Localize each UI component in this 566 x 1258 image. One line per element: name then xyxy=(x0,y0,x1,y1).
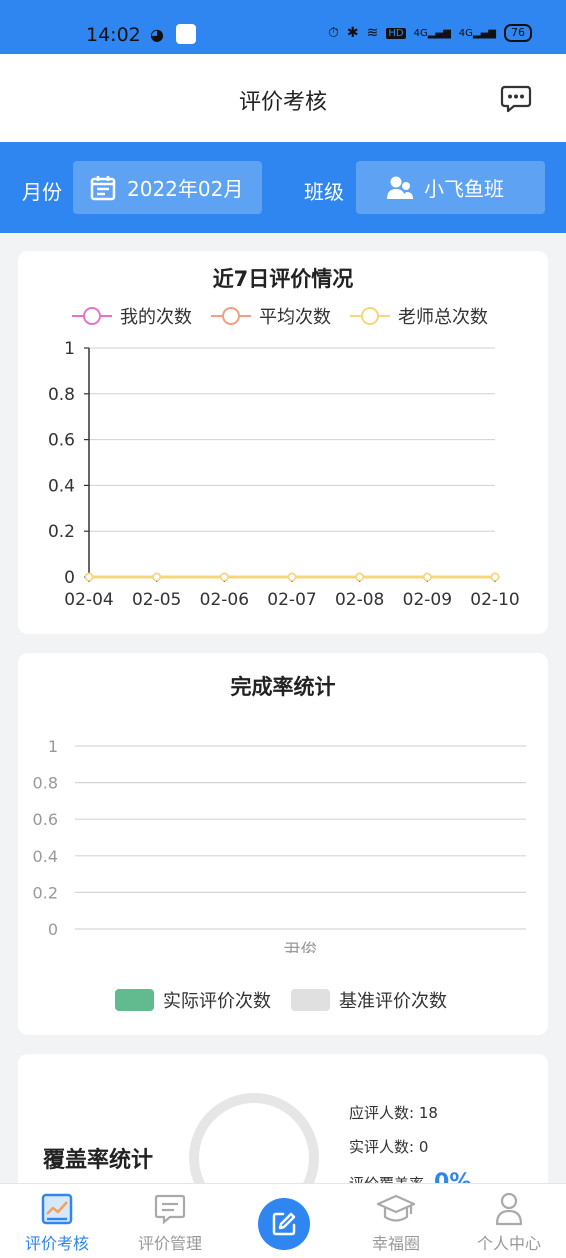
x-tick-label: 02-09 xyxy=(403,590,452,610)
card-completion: 完成率统计 0 0.2 0.4 0.6 0.8 1 尹俊 实际评价次数 基准评价次数 xyxy=(18,653,548,1035)
x-tick-label: 尹俊 xyxy=(284,941,318,953)
should-count-row: 应评人数: 18 xyxy=(349,1102,438,1123)
page-title: 评价考核 xyxy=(238,90,327,115)
month-value: 2022年02月 xyxy=(127,177,244,201)
actual-count-row: 实评人数: 0 xyxy=(349,1136,428,1157)
person-icon xyxy=(495,1192,523,1226)
alarm-icon: ⏱ xyxy=(327,25,339,41)
x-tick-label: 02-04 xyxy=(64,590,113,610)
nav-label-management: 评价管理 xyxy=(137,1234,202,1253)
class-value: 小飞鱼班 xyxy=(424,177,504,201)
y-tick-label: 1 xyxy=(48,737,58,756)
series-3-point xyxy=(84,572,94,582)
series-3-point xyxy=(490,572,500,582)
netease-icon: ◕ xyxy=(150,25,164,44)
app-notification-icon xyxy=(176,24,196,44)
x-tick-label: 02-08 xyxy=(335,590,384,610)
y-tick-label: 0.2 xyxy=(48,522,75,542)
title-bar: 评价考核 xyxy=(0,54,566,142)
x-tick-label: 02-05 xyxy=(132,590,181,610)
series-3-point xyxy=(355,572,364,582)
x-tick-label: 02-07 xyxy=(267,590,316,610)
message-icon xyxy=(154,1194,186,1225)
legend-item-actual[interactable]: 实际评价次数 xyxy=(115,987,271,1013)
legend-label-baseline: 基准评价次数 xyxy=(339,991,447,1012)
y-tick-label: 0 xyxy=(64,568,75,588)
nav-item-management[interactable]: 评价管理 xyxy=(125,1192,215,1254)
signal-icon-1: 4G▂▄▆ xyxy=(413,27,451,39)
should-count-label: 应评人数: xyxy=(349,1104,415,1122)
legend-label-actual: 实际评价次数 xyxy=(163,991,271,1012)
nav-item-profile[interactable]: 个人中心 xyxy=(464,1192,554,1254)
graduation-cap-icon xyxy=(376,1194,416,1222)
series-3-point xyxy=(423,572,432,582)
wifi-icon: ≋ xyxy=(366,25,379,41)
actual-count-label: 实评人数: xyxy=(349,1138,415,1156)
y-tick-label: 0.6 xyxy=(33,810,58,829)
should-count-value: 18 xyxy=(418,1104,438,1122)
x-tick-label: 02-10 xyxy=(470,590,519,610)
month-label: 月份 xyxy=(22,180,62,204)
legend-item-baseline[interactable]: 基准评价次数 xyxy=(291,987,447,1013)
y-tick-label: 0.4 xyxy=(33,847,58,866)
legend-swatch-baseline xyxy=(291,989,330,1011)
filter-bar: 月份 2022年02月 班级 小飞鱼班 xyxy=(0,142,566,233)
card-coverage-title: 覆盖率统计 xyxy=(43,1148,154,1173)
y-tick-label: 0.8 xyxy=(48,385,75,405)
create-evaluation-button[interactable] xyxy=(258,1198,310,1250)
y-tick-label: 1 xyxy=(64,339,75,359)
legend-swatch-actual xyxy=(115,989,154,1011)
series-3-point xyxy=(220,572,229,582)
chat-bubble-icon xyxy=(500,85,532,113)
nav-item-happiness-circle[interactable]: 幸福圈 xyxy=(351,1192,441,1254)
bluetooth-icon: ✱ xyxy=(346,25,359,41)
month-picker[interactable]: 2022年02月 xyxy=(73,161,262,214)
chart-icon xyxy=(41,1193,73,1225)
status-bar: 14:02 ◕ ⏱ ✱ ≋ HD 4G▂▄▆ 4G▂▄▆ 76 xyxy=(0,0,566,54)
signal-icon-2: 4G▂▄▆ xyxy=(458,27,496,39)
hd-badge: HD xyxy=(386,27,406,39)
line-chart-7day: 0 0.2 0.4 0.6 0.8 1 02-04 02-05 02-06 02-07 02-08 0… xyxy=(48,339,520,610)
message-button[interactable] xyxy=(500,82,532,114)
y-tick-label: 0.4 xyxy=(48,476,75,496)
series-3-point xyxy=(287,572,297,582)
status-time: 14:02 xyxy=(86,24,141,46)
battery-icon: 76 xyxy=(504,24,532,42)
y-tick-label: 0.2 xyxy=(33,883,58,902)
y-tick-label: 0.8 xyxy=(33,774,58,793)
class-picker[interactable]: 小飞鱼班 xyxy=(356,161,545,214)
nav-label-profile: 个人中心 xyxy=(476,1234,541,1253)
bar-chart-completion: 0 0.2 0.4 0.6 0.8 1 尹俊 xyxy=(33,737,526,953)
nav-label-happiness-circle: 幸福圈 xyxy=(371,1234,420,1253)
x-tick-label: 02-06 xyxy=(200,590,249,610)
series-3-point xyxy=(152,572,161,582)
edit-icon xyxy=(272,1212,296,1236)
nav-item-evaluation[interactable]: 评价考核 xyxy=(12,1192,102,1254)
status-icons: ⏱ ✱ ≋ HD 4G▂▄▆ 4G▂▄▆ 76 xyxy=(328,24,532,42)
class-label: 班级 xyxy=(304,180,344,204)
bottom-nav: 评价考核 评价管理 幸福圈 个人中心 xyxy=(0,1183,566,1258)
calendar-icon xyxy=(90,175,116,200)
card-7day-evaluation: 近7日评价情况 我的次数 平均次数 老师总次数 0 0.2 0.4 0.6 0.8 1 02… xyxy=(18,251,548,634)
y-tick-label: 0 xyxy=(48,920,58,939)
people-icon xyxy=(387,176,413,199)
actual-count-value: 0 xyxy=(418,1138,429,1156)
nav-label-evaluation: 评价考核 xyxy=(24,1234,89,1253)
y-tick-label: 0.6 xyxy=(48,431,75,451)
